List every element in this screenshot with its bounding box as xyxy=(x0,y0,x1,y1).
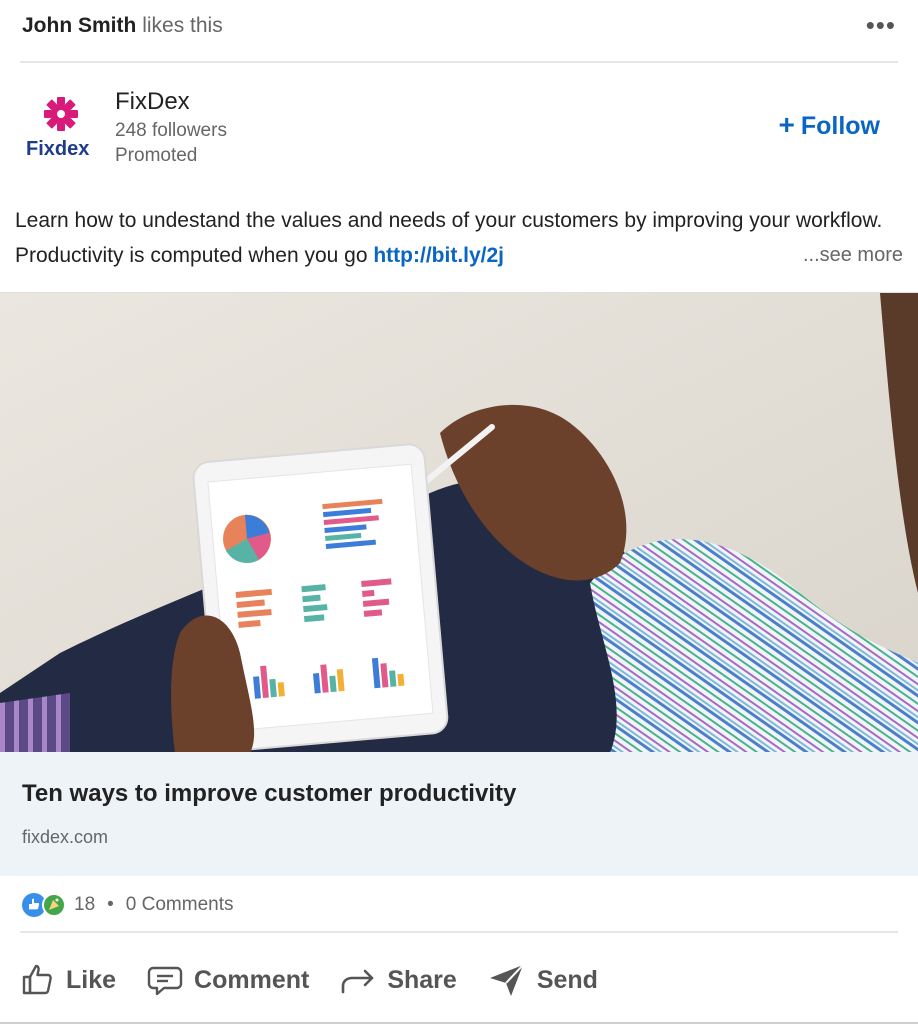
company-name[interactable]: FixDex xyxy=(115,88,190,116)
tablet-photo-illustration xyxy=(0,293,918,752)
follow-button[interactable]: + Follow xyxy=(778,109,880,141)
send-label: Send xyxy=(536,965,598,994)
liker-name[interactable]: John Smith xyxy=(22,14,136,37)
share-button[interactable]: Share xyxy=(339,962,457,998)
comment-icon xyxy=(147,966,183,996)
send-icon xyxy=(489,964,524,996)
like-label: Like xyxy=(66,965,117,994)
see-more-button[interactable]: ...see more xyxy=(803,238,903,273)
actions-divider xyxy=(20,931,898,933)
plus-icon: + xyxy=(778,109,795,140)
share-label: Share xyxy=(387,965,457,994)
reaction-count[interactable]: 18 xyxy=(74,894,95,916)
like-icon xyxy=(22,964,52,995)
company-logo-wordmark: Fixdex xyxy=(26,138,90,160)
share-icon xyxy=(342,969,374,994)
comment-button[interactable]: Comment xyxy=(146,962,309,998)
article-image[interactable] xyxy=(0,292,918,752)
header-divider xyxy=(20,61,898,63)
article-title[interactable]: Ten ways to improve customer productivit… xyxy=(22,780,516,808)
post-text: Learn how to undestand the values and ne… xyxy=(15,203,905,273)
social-context: John Smith likes this xyxy=(22,14,223,38)
count-separator: • xyxy=(107,894,114,915)
promoted-label: Promoted xyxy=(115,145,198,166)
comment-count[interactable]: 0 Comments xyxy=(126,894,234,916)
article-preview[interactable]: Ten ways to improve customer productivit… xyxy=(0,752,918,876)
company-logo[interactable]: Fixdex xyxy=(24,94,98,162)
comment-label: Comment xyxy=(194,965,310,994)
follower-count: 248 followers xyxy=(115,120,227,141)
send-button[interactable]: Send xyxy=(487,962,598,998)
social-action-text: likes this xyxy=(142,14,223,37)
celebrate-reaction-icon xyxy=(42,893,66,917)
more-options-button[interactable]: ••• xyxy=(866,12,896,38)
social-counts[interactable]: 18 • 0 Comments xyxy=(22,890,234,920)
article-domain: fixdex.com xyxy=(22,827,109,847)
follow-label: Follow xyxy=(800,112,880,140)
post-link[interactable]: http://bit.ly/2j xyxy=(373,244,504,267)
gear-icon xyxy=(44,97,78,131)
like-button[interactable]: Like xyxy=(20,962,116,998)
action-bar: Like Comment Share Send xyxy=(20,957,628,1003)
